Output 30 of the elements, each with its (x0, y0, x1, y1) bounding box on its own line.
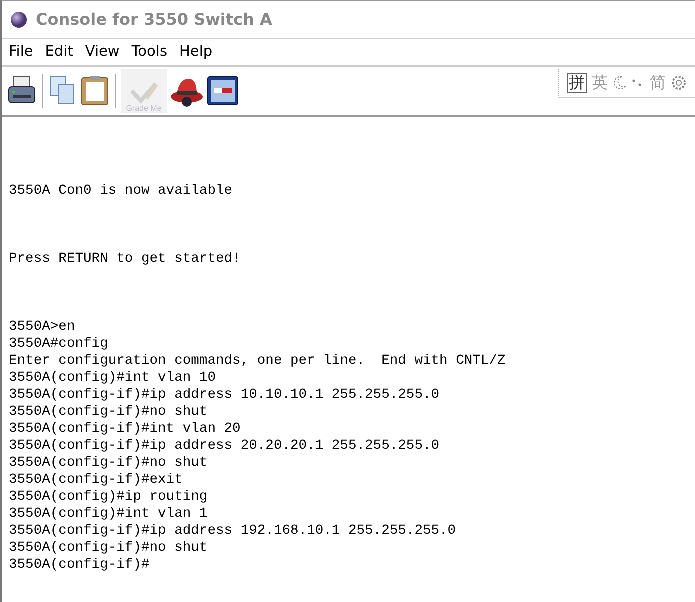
console-line: 3550A(config-if)#ip address 20.20.20.1 255.255.255.0 (9, 438, 441, 455)
window-title: Console for 3550 Switch A (36, 10, 272, 29)
console-line: 3550A(config-if)#no shut (9, 540, 209, 557)
console-line: 3550A Con0 is now available (9, 183, 234, 200)
moon-icon[interactable] (613, 75, 627, 91)
check-icon (129, 81, 159, 105)
console-line: 3550A(config)#int vlan 1 (9, 506, 209, 523)
console-line: 3550A(config-if)#no shut (9, 455, 209, 472)
menu-item[interactable]: Tools (126, 44, 173, 60)
console-line: 3550A(config-if)#no shut (9, 404, 209, 421)
clipboard-icon[interactable] (80, 75, 110, 107)
network-icon[interactable] (207, 76, 239, 106)
console-line: 3550A#config (9, 336, 110, 353)
ime-button[interactable]: 拼 (567, 73, 587, 93)
console-line: 3550A(config-if)#int vlan 20 (9, 421, 242, 438)
menu-item[interactable]: Help (174, 44, 218, 60)
console-line: 3550A(config-if)#ip address 192.168.10.1 255.255.255.0 (9, 523, 458, 540)
menu-item[interactable]: Edit (40, 44, 78, 60)
menu-item[interactable]: View (80, 44, 125, 60)
console-line: 3550A(config)#int vlan 10 (9, 370, 217, 387)
console-line: 3550A(config)#ip routing (9, 489, 209, 506)
console-line: 3550A(config-if)#ip address 10.10.10.1 255.255.255.0 (9, 387, 441, 404)
settings-icon[interactable] (671, 75, 687, 91)
menu-item[interactable]: File (4, 44, 38, 60)
console-line: Press RETURN to get started! (9, 251, 242, 268)
globe-icon (10, 10, 28, 28)
console-line: Enter configuration commands, one per line. End with CNTL/Z (9, 353, 507, 370)
console-line: 3550A(config-if)# (9, 557, 151, 574)
console-line: 3550A(config-if)#exit (9, 472, 184, 489)
console-line: 3550A>en (9, 319, 76, 336)
